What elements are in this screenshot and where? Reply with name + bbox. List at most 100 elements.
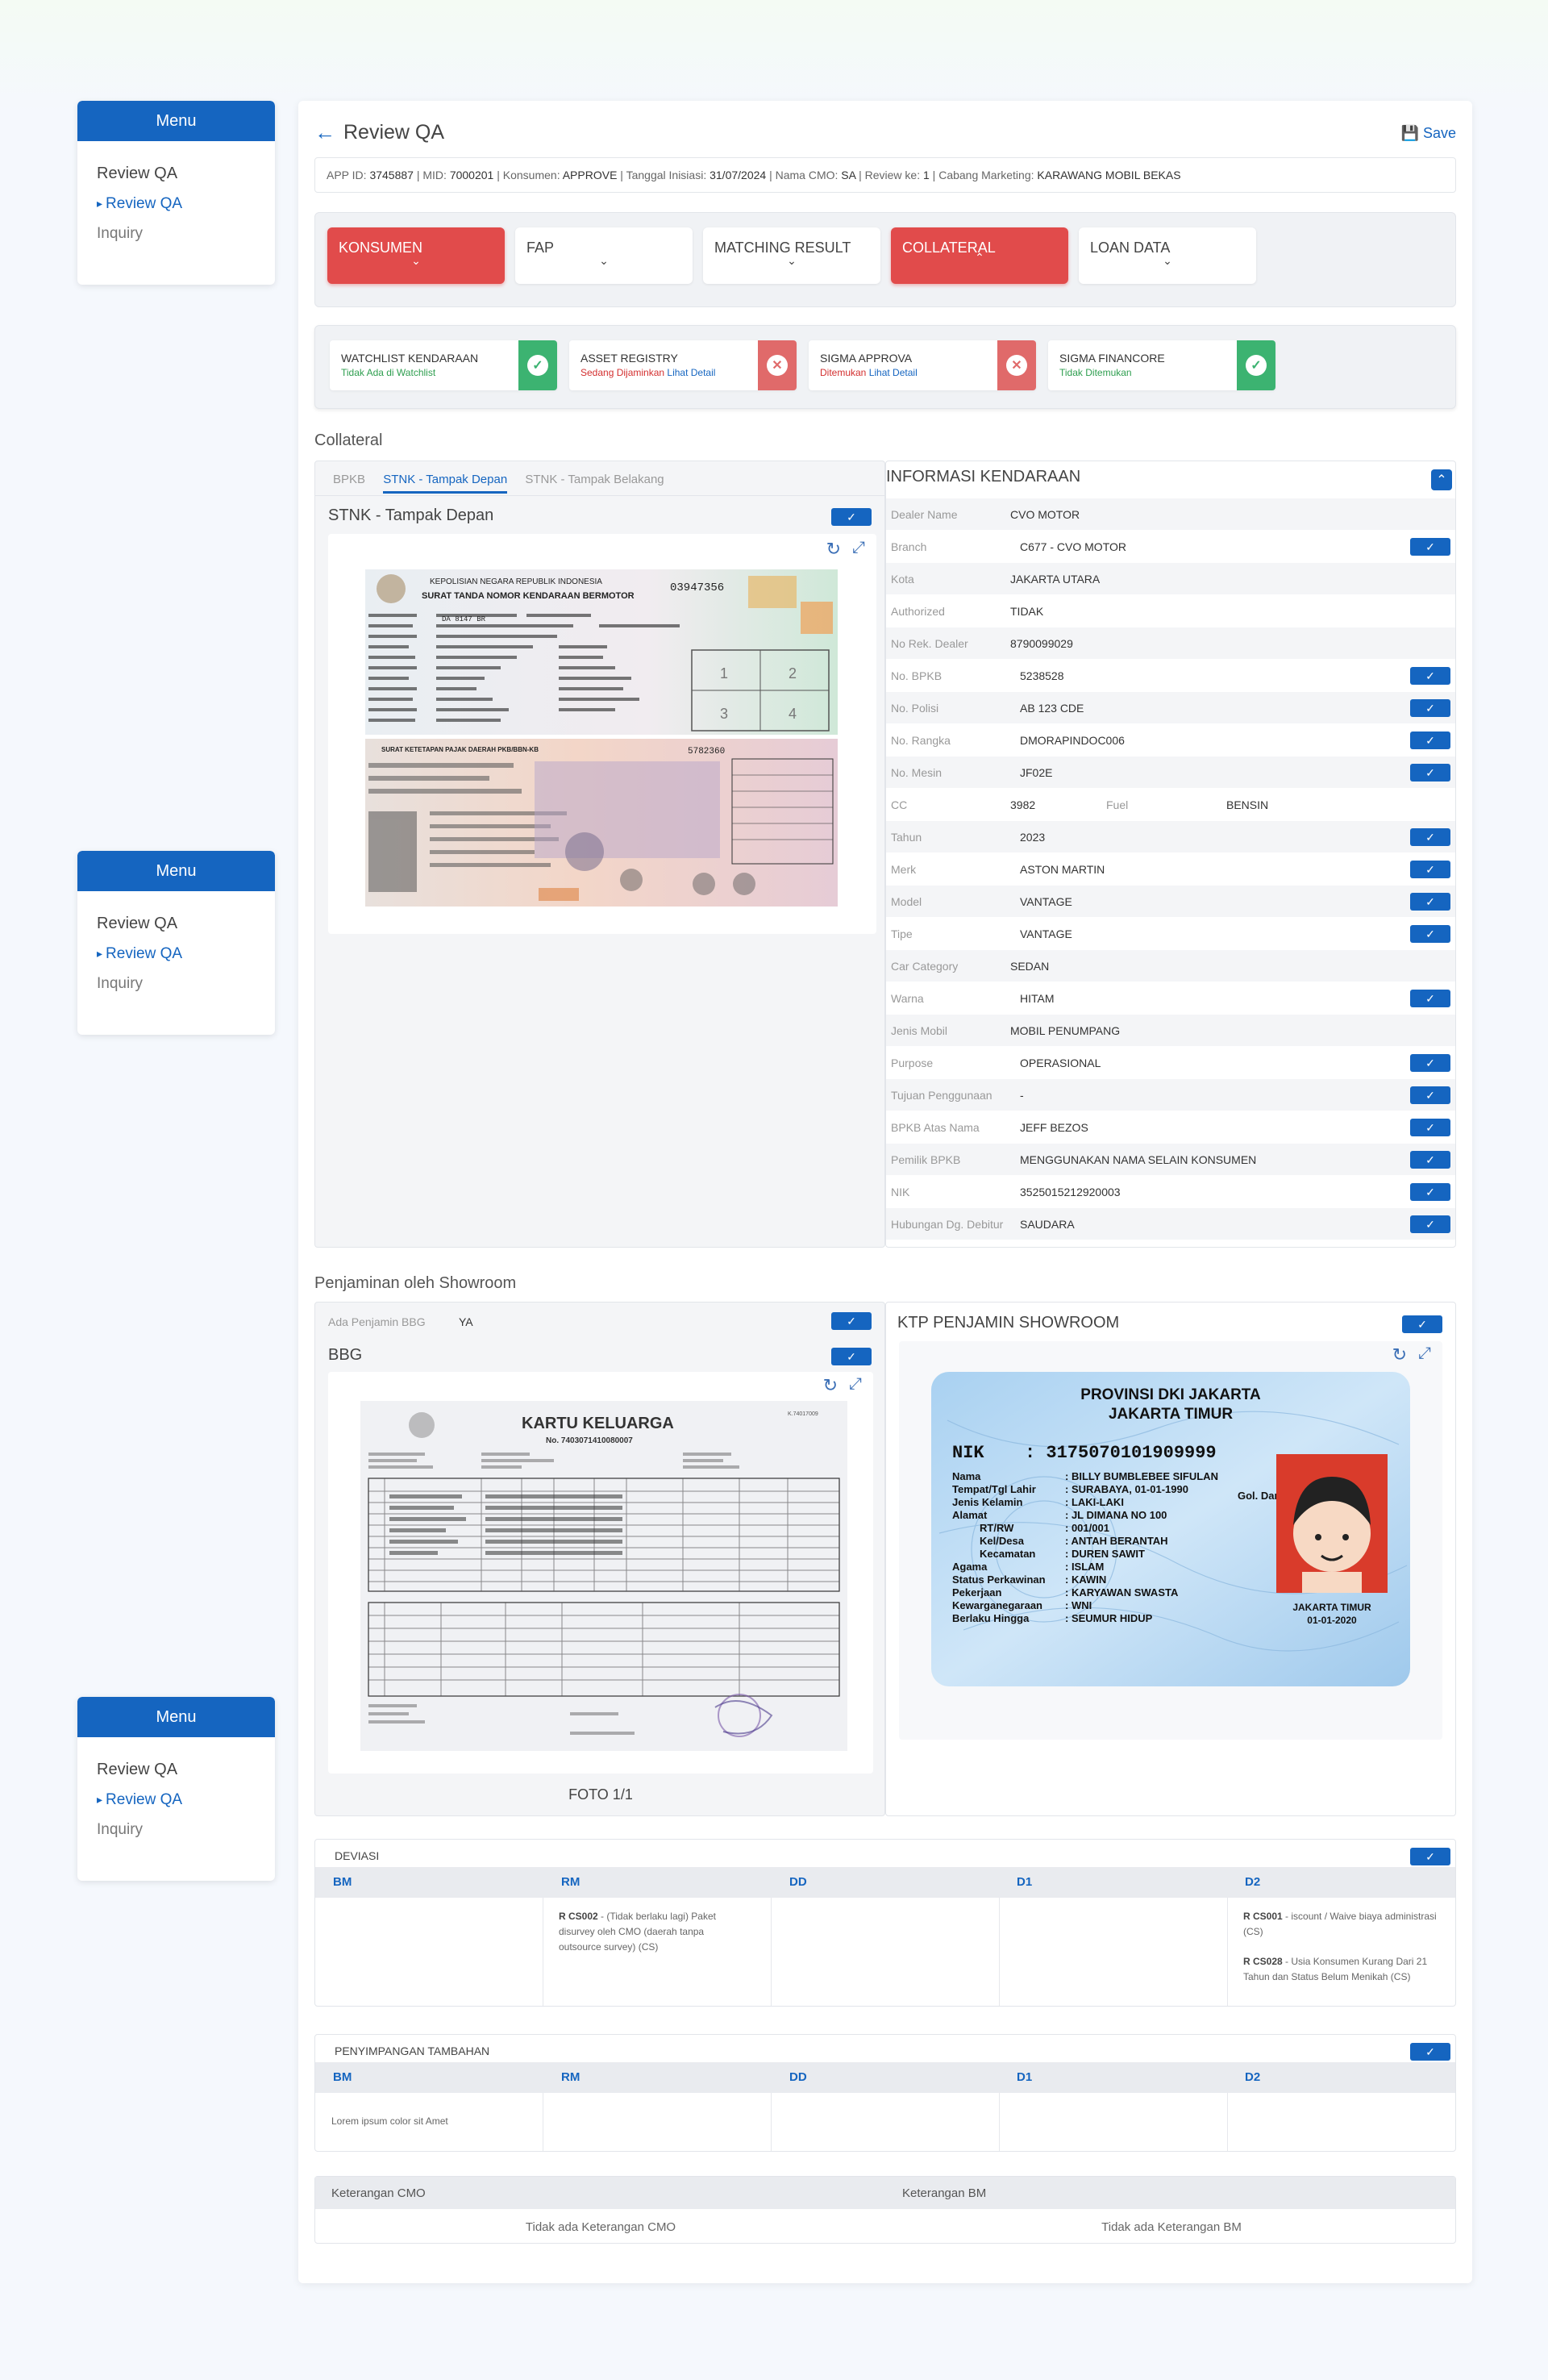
verify-checkbox[interactable]: ✓ [1410,2043,1450,2061]
verify-checkbox[interactable]: ✓ [1410,732,1450,749]
vehicle-field-row: Model VANTAGE ✓ [886,886,1455,918]
page-title-bar: ← Review QA [314,120,444,145]
verify-checkbox[interactable]: ✓ [831,1348,872,1365]
verify-checkbox[interactable]: ✓ [1410,1215,1450,1233]
verify-checkbox[interactable]: ✓ [1410,1119,1450,1136]
vehicle-field-row: No. BPKB 5238528 ✓ [886,660,1455,692]
lihat-detail-link[interactable]: Lihat Detail [869,367,918,378]
fullscreen-icon[interactable]: ⤢ [1418,1344,1431,1363]
stnk-number: 03947356 [670,581,724,594]
informasi-kendaraan-title: INFORMASI KENDARAAN [886,468,1081,486]
tab-loan-data[interactable]: LOAN DATA ⌄ [1079,227,1256,284]
back-arrow-icon[interactable]: ← [314,120,335,145]
verify-checkbox[interactable]: ✓ [1410,764,1450,782]
rotate-icon[interactable]: ↻ [823,1375,838,1396]
verify-checkbox[interactable]: ✓ [1410,893,1450,911]
verify-checkbox[interactable]: ✓ [1402,1315,1442,1333]
menu-item-inquiry[interactable]: Inquiry [77,969,275,998]
stnk-plate: DA 8147 BR [442,615,486,623]
menu-item-inquiry[interactable]: Inquiry [77,219,275,248]
lihat-detail-link[interactable]: Lihat Detail [667,367,715,378]
verify-checkbox[interactable]: ✓ [1410,1151,1450,1169]
ktp-field-label: Alamat [952,1509,988,1521]
vehicle-field-row: CC 3982 Fuel BENSIN [886,789,1455,821]
application-info-bar: APP ID: 3745887 | MID: 7000201 | Konsume… [314,157,1456,193]
verify-checkbox[interactable]: ✓ [1410,925,1450,943]
tab-matching-result[interactable]: MATCHING RESULT ⌄ [703,227,880,284]
vehicle-field-row: Pemilik BPKB MENGGUNAKAN NAMA SELAIN KONS… [886,1144,1455,1176]
collateral-section-title: Collateral [314,431,383,449]
field-value: 3982 [1010,798,1036,811]
ktp-field-value: : DUREN SAWIT [1065,1548,1145,1560]
verify-checkbox[interactable]: ✓ [831,1312,872,1330]
tab-konsumen[interactable]: KONSUMEN ⌄ [327,227,505,284]
fullscreen-icon[interactable]: ⤢ [852,539,865,557]
vehicle-field-row: NIK 3525015212920003 ✓ [886,1176,1455,1208]
verify-checkbox[interactable]: ✓ [1410,828,1450,846]
column-header: D1 [1017,2070,1033,2084]
menu-header: Menu [77,851,275,891]
verify-checkbox[interactable]: ✓ [1410,1086,1450,1104]
sidebar-menu-2: Menu Review QA Review QA Inquiry [77,851,275,1035]
menu-item-review-qa-sub[interactable]: Review QA [77,939,275,969]
verify-checkbox[interactable]: ✓ [1410,1054,1450,1072]
subtab-bpkb[interactable]: BPKB [333,473,365,491]
verify-checkbox[interactable]: ✓ [1410,1183,1450,1201]
keterangan-bm-value: Tidak ada Keterangan BM [1101,2220,1242,2234]
rotate-icon[interactable]: ↻ [1392,1344,1407,1365]
subtab-stnk-belakang[interactable]: STNK - Tampak Belakang [525,473,664,491]
check-sigma-financore: SIGMA FINANCORE Tidak Ditemukan ✓ [1048,340,1275,390]
menu-item-review-qa-sub[interactable]: Review QA [77,189,275,219]
verify-checkbox[interactable]: ✓ [1410,990,1450,1007]
save-button[interactable]: 💾 Save [1401,125,1456,142]
menu-item-review-qa[interactable]: Review QA [77,909,275,939]
vehicle-field-row: No. Polisi AB 123 CDE ✓ [886,692,1455,724]
menu-item-review-qa[interactable]: Review QA [77,1755,275,1785]
section-tabs: KONSUMEN ⌄ FAP ⌄ MATCHING RESULT ⌄ COLLATER… [314,212,1456,307]
chevron-down-icon: ⌄ [787,254,797,267]
verify-checkbox[interactable]: ✓ [831,508,872,526]
ktp-field-label: Tempat/Tgl Lahir [952,1483,1036,1495]
field-label: Car Category [891,960,959,973]
vehicle-field-row: Car Category SEDAN [886,950,1455,982]
verify-checkbox[interactable]: ✓ [1410,699,1450,717]
main-panel: ← Review QA 💾 Save APP ID: 3745887 | MID… [298,101,1472,2283]
check-circle-icon: ✓ [527,355,548,376]
verify-checkbox[interactable]: ✓ [1410,667,1450,685]
vehicle-field-row: Jenis Mobil MOBIL PENUMPANG [886,1015,1455,1047]
verify-checkbox[interactable]: ✓ [1410,861,1450,878]
kk-image-viewer: ↻ ⤢ KARTU KELUARGA No. 7403071410080007 … [328,1372,873,1774]
chevron-down-icon: ⌄ [411,254,421,267]
rotate-icon[interactable]: ↻ [826,539,841,560]
ktp-field-value: : LAKI-LAKI [1065,1496,1124,1508]
field-value: - [1020,1089,1024,1102]
verify-checkbox[interactable]: ✓ [1410,1848,1450,1865]
field-value: HITAM [1020,992,1055,1005]
ktp-title: KTP PENJAMIN SHOWROOM [897,1314,1120,1332]
tab-fap[interactable]: FAP ⌄ [515,227,693,284]
ktp-panel: KTP PENJAMIN SHOWROOM ✓ ↻ ⤢ PROVINSI DKI… [885,1302,1456,1816]
fullscreen-icon[interactable]: ⤢ [849,1375,862,1394]
penyimpangan-header-row: BM RM DD D1 D2 [315,2062,1455,2093]
document-subtabs: BPKB STNK - Tampak Depan STNK - Tampak B… [333,473,679,494]
bbg-panel: Ada Penjamin BBG YA ✓ BBG ✓ ↻ ⤢ KARTU KE… [314,1302,885,1816]
ktp-field-value: : 001/001 [1065,1522,1109,1534]
vehicle-field-row: No. Rangka DMORAPINDOC006 ✓ [886,724,1455,757]
penyimpangan-table: PENYIMPANGAN TAMBAHAN ✓ BM RM DD D1 D2 L… [314,2034,1456,2152]
field-label: No. Mesin [891,766,943,779]
kk-number: No. 7403071410080007 [546,1436,633,1445]
field-label: Pemilik BPKB [891,1153,961,1166]
menu-item-inquiry[interactable]: Inquiry [77,1815,275,1844]
verify-checkbox[interactable]: ✓ [1410,538,1450,556]
vehicle-field-row: Branch C677 - CVO MOTOR ✓ [886,531,1455,563]
subtab-stnk-depan[interactable]: STNK - Tampak Depan [383,473,508,494]
tab-collateral[interactable]: COLLATERAL ⌃ [891,227,1068,284]
menu-item-review-qa[interactable]: Review QA [77,159,275,189]
x-circle-icon: ✕ [767,355,788,376]
field-value: C677 - CVO MOTOR [1020,540,1126,553]
collapse-chevron-up-icon[interactable]: ⌃ [1431,469,1452,490]
ktp-image-viewer: ↻ ⤢ PROVINSI DKI JAKARTA JAKARTA TIMUR N… [899,1341,1442,1740]
field-value: JEFF BEZOS [1020,1121,1088,1134]
ktp-field-value: : ANTAH BERANTAH [1065,1535,1168,1547]
menu-item-review-qa-sub[interactable]: Review QA [77,1785,275,1815]
